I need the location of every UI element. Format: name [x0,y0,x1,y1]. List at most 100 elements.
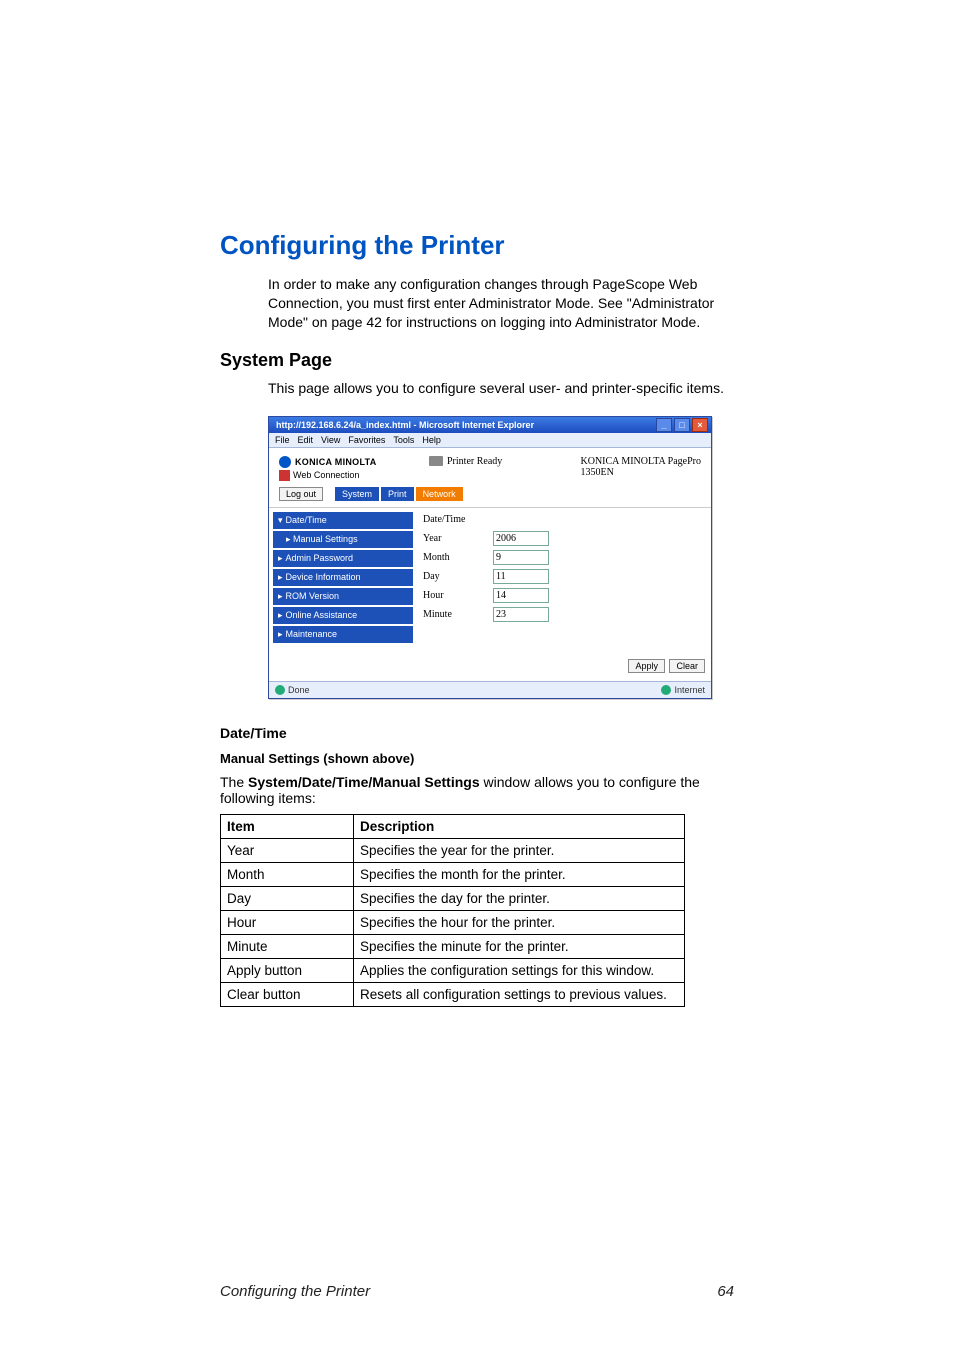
nav-device-information[interactable]: Device Information [273,569,413,586]
nav-online-assistance[interactable]: Online Assistance [273,607,413,624]
label-month: Month [423,552,483,563]
label-minute: Minute [423,609,483,620]
browser-window: http://192.168.6.24/a_index.html - Micro… [268,416,712,699]
table-row: HourSpecifies the hour for the printer. [221,910,685,934]
cell-item: Month [221,862,354,886]
row-hour: Hour [423,586,705,605]
input-minute[interactable] [493,607,549,622]
cell-desc: Specifies the month for the printer. [354,862,685,886]
brand-primary: KONICA MINOLTA [279,456,429,468]
menu-help[interactable]: Help [422,435,441,445]
page-title: Configuring the Printer [220,230,734,261]
menu-tools[interactable]: Tools [393,435,414,445]
manual-intro-bold: System/Date/Time/Manual Settings [248,774,480,790]
manual-settings-intro: The System/Date/Time/Manual Settings win… [220,774,734,806]
document-page: Configuring the Printer In order to make… [0,0,954,1350]
clear-button[interactable]: Clear [669,659,705,673]
browser-statusbar: Done Internet [269,681,711,698]
brand-secondary: Web Connection [279,470,429,481]
row-day: Day [423,567,705,586]
input-hour[interactable] [493,588,549,603]
header-description: Description [354,814,685,838]
manual-intro-prefix: The [220,774,248,790]
window-title-text: http://192.168.6.24/a_index.html - Micro… [272,420,656,430]
nav-manual-settings-label: Manual Settings [293,534,358,544]
description-table: Item Description YearSpecifies the year … [220,814,685,1007]
table-row: Clear buttonResets all configuration set… [221,982,685,1006]
manual-settings-subheading: Manual Settings (shown above) [220,751,734,766]
cell-desc: Specifies the day for the printer. [354,886,685,910]
table-row: YearSpecifies the year for the printer. [221,838,685,862]
done-icon [275,685,285,695]
nav-maintenance-label: Maintenance [286,629,338,639]
pagescope-icon [279,470,290,481]
two-column-layout: Date/Time ▸ Manual Settings Admin Passwo… [269,507,711,649]
product-name-line2: 1350EN [581,467,614,478]
menu-edit[interactable]: Edit [298,435,314,445]
tab-system[interactable]: System [335,487,379,501]
nav-admin-password[interactable]: Admin Password [273,550,413,567]
cell-desc: Applies the configuration settings for t… [354,958,685,982]
page-footer: Configuring the Printer 64 [220,1283,734,1300]
apply-button[interactable]: Apply [628,659,665,673]
cell-item: Day [221,886,354,910]
date-time-section: Date/Time Manual Settings (shown above) … [220,725,734,1007]
brand-logo-icon [279,456,291,468]
button-row: Apply Clear [269,649,711,681]
label-day: Day [423,571,483,582]
row-month: Month [423,548,705,567]
close-button[interactable]: × [692,418,708,432]
footer-page-number: 64 [717,1283,734,1300]
browser-menubar: File Edit View Favorites Tools Help [269,433,711,448]
cell-desc: Resets all configuration settings to pre… [354,982,685,1006]
system-page-heading: System Page [220,350,734,371]
nav-date-time[interactable]: Date/Time [273,512,413,529]
cell-desc: Specifies the minute for the printer. [354,934,685,958]
status-done-text: Done [288,685,310,695]
maximize-button[interactable]: □ [674,418,690,432]
header-item: Item [221,814,354,838]
menu-favorites[interactable]: Favorites [348,435,385,445]
screenshot-container: http://192.168.6.24/a_index.html - Micro… [268,416,734,699]
product-name: KONICA MINOLTA PagePro 1350EN [581,456,702,478]
nav-manual-settings[interactable]: ▸ Manual Settings [273,531,413,548]
cell-item: Minute [221,934,354,958]
internet-zone-icon [661,685,671,695]
row-minute: Minute [423,605,705,624]
cell-desc: Specifies the year for the printer. [354,838,685,862]
nav-rom-version[interactable]: ROM Version [273,588,413,605]
app-header: KONICA MINOLTA Web Connection Printer Re… [269,448,711,487]
intro-paragraph: In order to make any configuration chang… [268,275,734,332]
nav-maintenance[interactable]: Maintenance [273,626,413,643]
brand-primary-text: KONICA MINOLTA [295,457,377,467]
tab-print[interactable]: Print [381,487,414,501]
table-header-row: Item Description [221,814,685,838]
nav-device-information-label: Device Information [286,572,361,582]
logout-button[interactable]: Log out [279,487,323,501]
table-row: MonthSpecifies the month for the printer… [221,862,685,886]
tab-network[interactable]: Network [416,487,463,501]
brand-secondary-text: Web Connection [293,470,359,480]
menu-view[interactable]: View [321,435,340,445]
system-page-intro: This page allows you to configure severa… [268,379,734,398]
row-year: Year [423,529,705,548]
window-titlebar: http://192.168.6.24/a_index.html - Micro… [269,417,711,433]
input-year[interactable] [493,531,549,546]
panel-header: Date/Time [423,512,705,529]
main-tabs: System Print Network [335,487,463,501]
table-row: DaySpecifies the day for the printer. [221,886,685,910]
minimize-button[interactable]: _ [656,418,672,432]
left-nav: Date/Time ▸ Manual Settings Admin Passwo… [269,508,417,649]
printer-icon [429,456,443,466]
nav-online-assistance-label: Online Assistance [286,610,358,620]
input-month[interactable] [493,550,549,565]
browser-content: KONICA MINOLTA Web Connection Printer Re… [269,448,711,681]
input-day[interactable] [493,569,549,584]
label-hour: Hour [423,590,483,601]
table-row: Apply buttonApplies the configuration se… [221,958,685,982]
nav-date-time-label: Date/Time [286,515,327,525]
menu-file[interactable]: File [275,435,290,445]
security-zone-text: Internet [674,685,705,695]
label-year: Year [423,533,483,544]
nav-admin-password-label: Admin Password [286,553,354,563]
